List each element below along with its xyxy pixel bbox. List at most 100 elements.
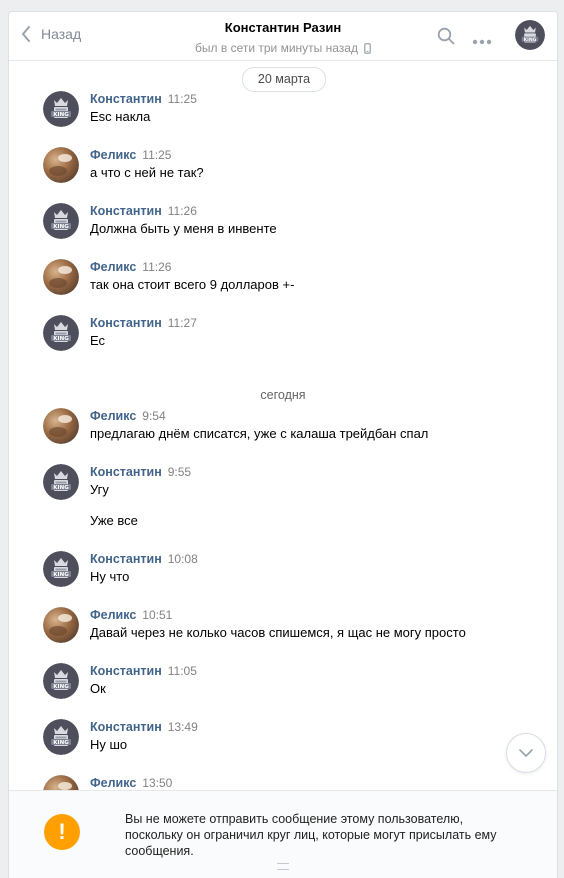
avatar-konstantin[interactable]: KING bbox=[43, 663, 79, 699]
notice-text: Вы не можете отправить сообщение этому п… bbox=[125, 812, 497, 858]
back-label: Назад bbox=[41, 26, 82, 42]
more-icon[interactable] bbox=[472, 33, 492, 48]
svg-text:KING: KING bbox=[53, 572, 69, 578]
king-avatar-icon: KING bbox=[43, 315, 79, 351]
avatar-feliks[interactable] bbox=[43, 408, 79, 444]
message-header: Константин 10:08 bbox=[90, 551, 198, 567]
message-header: Константин 11:26 bbox=[90, 203, 197, 219]
message-time[interactable]: 11:26 bbox=[168, 204, 197, 218]
message-time[interactable]: 11:26 bbox=[142, 260, 171, 274]
message-header: Константин 11:25 bbox=[90, 91, 197, 107]
svg-text:KING: KING bbox=[53, 336, 69, 342]
author-name[interactable]: Константин bbox=[90, 92, 162, 106]
svg-text:KING: KING bbox=[53, 224, 69, 230]
author-name[interactable]: Феликс bbox=[90, 409, 136, 423]
warning-icon: ! bbox=[44, 814, 80, 850]
avatar-feliks[interactable] bbox=[43, 607, 79, 643]
avatar-konstantin[interactable]: KING bbox=[43, 91, 79, 127]
message-time[interactable]: 10:08 bbox=[168, 552, 198, 566]
message-text: Esc накла bbox=[90, 109, 151, 124]
author-name[interactable]: Константин bbox=[90, 465, 162, 479]
avatar-konstantin[interactable]: KING bbox=[43, 315, 79, 351]
svg-text:KING: KING bbox=[524, 37, 537, 43]
message-text: Ес bbox=[90, 333, 106, 348]
day-separator: сегодня bbox=[260, 388, 306, 402]
message-time[interactable]: 11:27 bbox=[168, 316, 197, 330]
author-name[interactable]: Феликс bbox=[90, 608, 136, 622]
search-icon[interactable] bbox=[437, 27, 455, 48]
author-name[interactable]: Константин bbox=[90, 664, 162, 678]
author-name[interactable]: Константин bbox=[90, 552, 162, 566]
message-time[interactable]: 11:05 bbox=[168, 664, 197, 678]
message-header: Феликс 10:51 bbox=[90, 607, 172, 623]
online-status: был в сети три минуты назад bbox=[149, 40, 417, 56]
phone-icon bbox=[364, 42, 371, 54]
message-header: Феликс 11:25 bbox=[90, 147, 171, 163]
avatar-feliks[interactable] bbox=[43, 147, 79, 183]
avatar-konstantin[interactable]: KING bbox=[43, 203, 79, 239]
user-photo-icon bbox=[43, 607, 79, 643]
message-time[interactable]: 13:50 bbox=[142, 776, 172, 790]
contact-name: Константин Разин bbox=[224, 20, 342, 35]
message-text: Угу bbox=[90, 482, 109, 497]
message-time[interactable]: 11:25 bbox=[142, 148, 171, 162]
author-name[interactable]: Константин bbox=[90, 720, 162, 734]
message-header: Константин 13:49 bbox=[90, 719, 198, 735]
status-text: был в сети три минуты назад bbox=[195, 41, 358, 55]
back-chevron-icon bbox=[22, 26, 30, 42]
message-header: Феликс 9:54 bbox=[90, 408, 166, 424]
chat-title[interactable]: Константин Разин был в сети три минуты н… bbox=[149, 20, 417, 56]
svg-text:KING: KING bbox=[53, 485, 69, 491]
avatar-feliks[interactable] bbox=[43, 259, 79, 295]
header-avatar[interactable]: KING bbox=[515, 20, 545, 50]
message-header: Феликс 13:50 bbox=[90, 775, 172, 790]
message-feed[interactable]: 20 марта сегодня KING Константин 11:25 Es… bbox=[9, 61, 557, 790]
chat-header: Назад Константин Разин был в сети три ми… bbox=[9, 12, 557, 61]
king-avatar-icon: KING bbox=[43, 91, 79, 127]
chevron-down-icon bbox=[519, 749, 533, 757]
message-text: Ок bbox=[90, 681, 106, 696]
message-text: так она стоит всего 9 долларов +- bbox=[90, 277, 295, 292]
message-header: Константин 11:05 bbox=[90, 663, 197, 679]
author-name[interactable]: Феликс bbox=[90, 148, 136, 162]
message-time[interactable]: 13:49 bbox=[168, 720, 198, 734]
message-header: Константин 9:55 bbox=[90, 464, 191, 480]
message-time[interactable]: 11:25 bbox=[168, 92, 197, 106]
user-photo-icon bbox=[43, 147, 79, 183]
svg-text:KING: KING bbox=[53, 740, 69, 746]
user-photo-icon bbox=[43, 259, 79, 295]
author-name[interactable]: Феликс bbox=[90, 776, 136, 790]
date-pill[interactable]: 20 марта bbox=[242, 67, 326, 92]
message-time[interactable]: 10:51 bbox=[142, 608, 172, 622]
king-avatar-icon: KING bbox=[43, 203, 79, 239]
message-text: Давай через не колько часов спишемся, я … bbox=[90, 625, 466, 640]
message-text: Должна быть у меня в инвенте bbox=[90, 221, 277, 236]
king-avatar-icon: KING bbox=[43, 663, 79, 699]
avatar-konstantin[interactable]: KING bbox=[43, 719, 79, 755]
chat-panel: Назад Константин Разин был в сети три ми… bbox=[8, 11, 558, 878]
author-name[interactable]: Константин bbox=[90, 204, 162, 218]
message-header: Константин 11:27 bbox=[90, 315, 197, 331]
resize-handle[interactable] bbox=[277, 863, 289, 870]
king-avatar-icon: KING bbox=[43, 551, 79, 587]
message-text: Уже все bbox=[90, 513, 138, 528]
avatar-konstantin[interactable]: KING bbox=[43, 551, 79, 587]
back-button[interactable]: Назад bbox=[21, 26, 81, 42]
king-avatar-icon: KING bbox=[43, 464, 79, 500]
write-restriction-notice: ! Вы не можете отправить сообщение этому… bbox=[9, 790, 557, 878]
avatar-konstantin[interactable]: KING bbox=[43, 464, 79, 500]
message-text: Ну что bbox=[90, 569, 130, 584]
user-photo-icon bbox=[43, 408, 79, 444]
avatar-feliks[interactable] bbox=[43, 775, 79, 790]
scroll-down-button[interactable] bbox=[506, 733, 546, 773]
king-avatar-icon: KING bbox=[43, 719, 79, 755]
svg-text:KING: KING bbox=[53, 684, 69, 690]
author-name[interactable]: Феликс bbox=[90, 260, 136, 274]
message-text: предлагаю днём списатся, уже с калаша тр… bbox=[90, 426, 429, 441]
author-name[interactable]: Константин bbox=[90, 316, 162, 330]
message-text: а что с ней не так? bbox=[90, 165, 204, 180]
message-time[interactable]: 9:54 bbox=[142, 409, 165, 423]
user-photo-icon bbox=[43, 775, 79, 790]
message-header: Феликс 11:26 bbox=[90, 259, 171, 275]
message-time[interactable]: 9:55 bbox=[168, 465, 191, 479]
